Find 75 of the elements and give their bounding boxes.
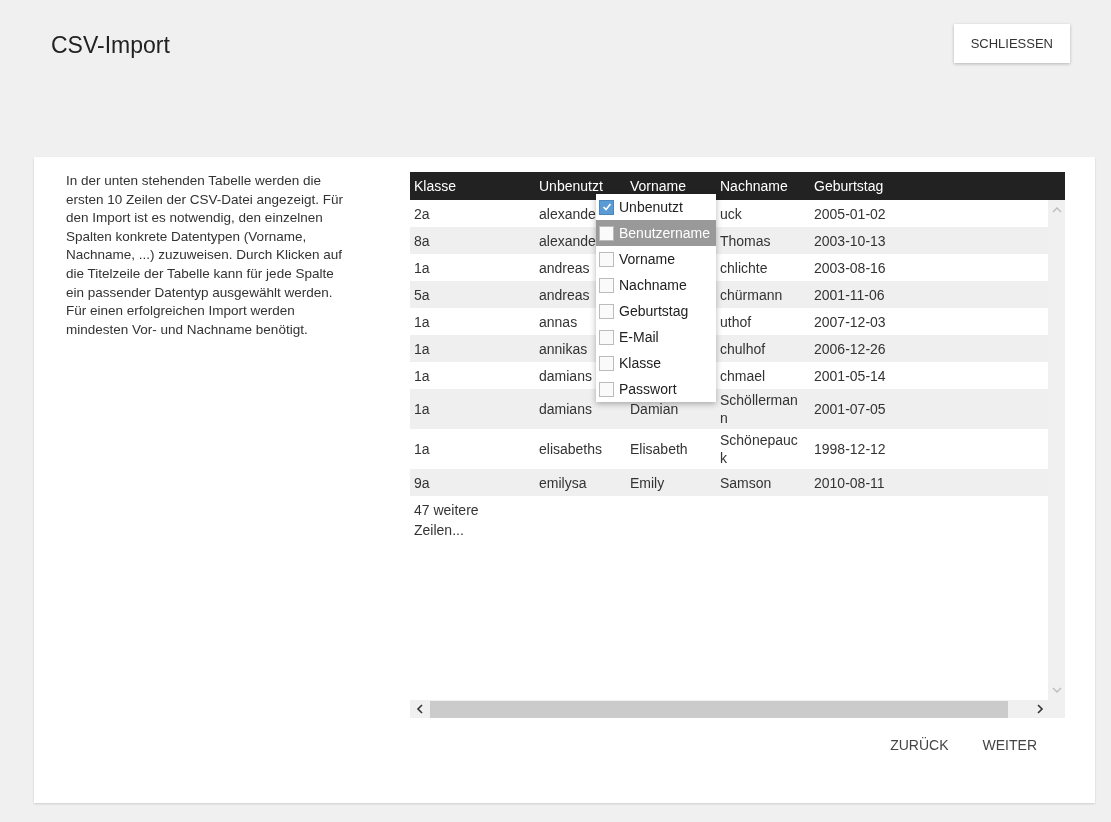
table-cell: 5a bbox=[414, 286, 430, 303]
description-text: In der unten stehenden Tabelle werden die ersten 10 Zeilen der CSV-Datei angezeigt. Für den Import ist es notwendig, den einzelnen Spalten konkrete Datentypen (Vorname, Nachname, ...) zuzuweisen. Durch Klicken auf die Titelzeile der Tabelle kann für jede Spalte ein passender Datentyp ausgewählt werden. Für einen erfolgreichen Import werden mindesten Vor- und Nachname benötigt. bbox=[66, 172, 344, 339]
table-cell: 2010-08-11 bbox=[814, 474, 885, 491]
menu-item[interactable]: Passwort bbox=[596, 376, 716, 402]
table-cell: Emily bbox=[630, 474, 665, 491]
checkbox[interactable] bbox=[599, 199, 614, 215]
column-header[interactable]: Unbenutzt bbox=[535, 178, 626, 194]
table-cell: emilysa bbox=[539, 474, 587, 491]
table-cell: annas bbox=[539, 313, 578, 330]
checkbox[interactable] bbox=[599, 277, 614, 293]
table-cell: andreas bbox=[539, 286, 590, 303]
table-cell: 1a bbox=[414, 401, 430, 417]
table-cell: chürmann bbox=[720, 286, 783, 303]
menu-item[interactable]: Geburtstag bbox=[596, 298, 716, 324]
vertical-scrollbar[interactable] bbox=[1048, 200, 1065, 700]
table-cell: andreas bbox=[539, 259, 590, 276]
table-cell: 1a bbox=[414, 313, 430, 330]
table-cell: 1a bbox=[414, 340, 430, 357]
menu-item[interactable]: E-Mail bbox=[596, 324, 716, 350]
table-cell: 2a bbox=[414, 205, 430, 222]
table-cell: 1a bbox=[414, 367, 430, 384]
checkbox[interactable] bbox=[599, 329, 614, 345]
table-cell: chlichte bbox=[720, 259, 768, 276]
menu-item[interactable]: Vorname bbox=[596, 246, 716, 272]
table-cell: 2001-05-14 bbox=[814, 367, 886, 384]
checkbox[interactable] bbox=[599, 381, 614, 397]
table-cell: Samson bbox=[720, 474, 772, 491]
menu-item[interactable]: Unbenutzt bbox=[596, 194, 716, 220]
table-cell: 2006-12-26 bbox=[814, 340, 886, 357]
table-cell: 1a bbox=[414, 259, 430, 276]
navigation-button[interactable]: WEITER bbox=[968, 729, 1051, 761]
checkbox[interactable] bbox=[599, 225, 614, 241]
table-cell: chmael bbox=[720, 367, 766, 384]
table-cell: uck bbox=[720, 205, 742, 222]
column-header[interactable]: Vorname bbox=[626, 178, 716, 194]
table-cell: 2003-10-13 bbox=[814, 232, 886, 249]
chevron-up-icon[interactable] bbox=[1051, 206, 1062, 214]
table-cell: 1a bbox=[414, 441, 430, 457]
column-header[interactable]: Klasse bbox=[410, 178, 535, 194]
close-button[interactable]: SCHLIESSEN bbox=[953, 24, 1070, 63]
dialog-title: CSV-Import bbox=[51, 32, 170, 59]
table-cell: 1998-12-12 bbox=[814, 441, 886, 457]
table-cell: 9a bbox=[414, 474, 430, 491]
column-header[interactable]: Geburtstag bbox=[810, 178, 900, 194]
table-cell: alexande bbox=[539, 232, 596, 249]
chevron-left-icon[interactable] bbox=[416, 704, 424, 714]
table-cell: uthof bbox=[720, 313, 752, 330]
chevron-down-icon[interactable] bbox=[1051, 686, 1062, 694]
column-header[interactable]: Nachname bbox=[716, 178, 810, 194]
menu-item[interactable]: Klasse bbox=[596, 350, 716, 376]
more-rows-text: 47 weitere Zeilen... bbox=[413, 501, 480, 540]
table-cell: 2005-01-02 bbox=[814, 205, 886, 222]
table-cell: Elisabeth bbox=[630, 441, 688, 457]
navigation-button[interactable]: ZURÜCK bbox=[876, 729, 963, 761]
table-cell: 8a bbox=[414, 232, 430, 249]
menu-item[interactable]: Nachname bbox=[596, 272, 716, 298]
table-cell: Thomas bbox=[720, 232, 771, 249]
table-cell: damians bbox=[539, 401, 592, 417]
table-cell: Schönepauc k bbox=[720, 432, 798, 466]
checkbox[interactable] bbox=[599, 251, 614, 267]
table-cell: chulhof bbox=[720, 340, 766, 357]
checkbox[interactable] bbox=[599, 303, 614, 319]
checkbox[interactable] bbox=[599, 355, 614, 371]
table-cell: annikas bbox=[539, 340, 588, 357]
table-cell: Damian bbox=[630, 401, 679, 417]
table-cell: Schöllerman n bbox=[720, 392, 798, 426]
table-cell: 2003-08-16 bbox=[814, 259, 886, 276]
table-cell: 2007-12-03 bbox=[814, 313, 886, 330]
chevron-right-icon[interactable] bbox=[1036, 704, 1044, 714]
table-cell: damians bbox=[539, 367, 592, 384]
table-cell: 2001-11-06 bbox=[814, 286, 885, 303]
table-cell: elisabeths bbox=[539, 441, 603, 457]
table-cell: 2001-07-05 bbox=[814, 401, 886, 417]
checkmark-icon bbox=[601, 202, 612, 212]
table-cell: alexande bbox=[539, 205, 596, 222]
